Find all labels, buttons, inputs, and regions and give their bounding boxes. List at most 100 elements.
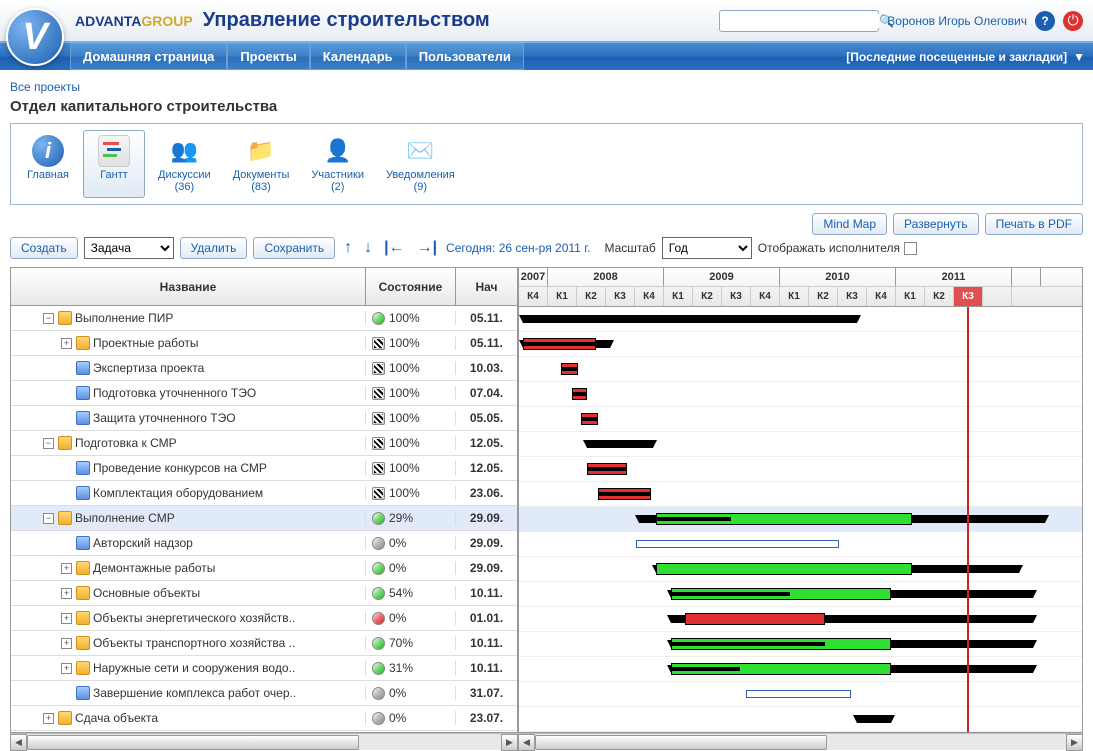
task-row[interactable]: +Наружные сети и сооружения водо..31%10.… [11,656,517,681]
timeline-row[interactable] [519,657,1082,682]
task-bar[interactable] [561,363,578,375]
plan-bar[interactable] [636,540,839,548]
move-up-icon[interactable]: ↑ [341,239,355,257]
expander-icon[interactable]: + [61,563,72,574]
task-row[interactable]: −Выполнение СМР29%29.09. [11,506,517,531]
scroll-right-icon[interactable]: ▶ [1066,734,1083,751]
expander-icon[interactable]: + [61,338,72,349]
task-row[interactable]: Экспертиза проекта100%10.03. [11,356,517,381]
menu-users[interactable]: Пользователи [406,43,524,70]
col-header-name[interactable]: Название [11,268,366,305]
task-bar[interactable] [572,388,587,400]
indent-icon[interactable]: →| [414,239,440,257]
task-row[interactable]: +Объекты энергетического хозяйств..0%01.… [11,606,517,631]
expander-icon[interactable]: − [43,438,54,449]
task-bar[interactable] [581,413,598,425]
mindmap-button[interactable]: Mind Map [812,213,887,235]
breadcrumb-all-projects[interactable]: Все проекты [10,80,80,94]
user-link[interactable]: Воронов Игорь Олегович [887,14,1027,28]
timeline-hscroll[interactable]: ◀ ▶ [518,733,1083,750]
task-row[interactable]: Авторский надзор0%29.09. [11,531,517,556]
timeline-row[interactable] [519,432,1082,457]
tool-tab-doc[interactable]: 📁Документы(83) [224,130,299,198]
task-row[interactable]: Защита уточненного ТЭО100%05.05. [11,406,517,431]
expand-button[interactable]: Развернуть [893,213,979,235]
task-row[interactable]: Подготовка уточненного ТЭО100%07.04. [11,381,517,406]
tool-tab-disc[interactable]: 👥Дискуссии(36) [149,130,220,198]
tool-tab-users[interactable]: 👤Участники(2) [302,130,373,198]
search-box[interactable]: 🔍 [719,10,879,32]
show-performer-label[interactable]: Отображать исполнителя [758,241,917,255]
expander-icon[interactable]: + [61,663,72,674]
timeline-row[interactable] [519,307,1082,332]
col-header-state[interactable]: Состояние [366,268,456,305]
task-row[interactable]: +Проектные работы100%05.11. [11,331,517,356]
timeline-row[interactable] [519,532,1082,557]
outdent-icon[interactable]: |← [381,239,407,257]
grid-hscroll[interactable]: ◀ ▶ [10,733,518,750]
task-row[interactable]: −Подготовка к СМР100%12.05. [11,431,517,456]
timeline-row[interactable] [519,707,1082,732]
help-icon[interactable]: ? [1035,11,1055,31]
timeline-row[interactable] [519,382,1082,407]
summary-bar[interactable] [857,715,892,723]
logout-icon[interactable]: ⏻ [1063,11,1083,31]
save-button[interactable]: Сохранить [253,237,335,259]
task-type-select[interactable]: Задача [84,237,174,259]
task-row[interactable]: +Объекты транспортного хозяйства ..70%10… [11,631,517,656]
task-row[interactable]: +Основные объекты54%10.11. [11,581,517,606]
timeline-row[interactable] [519,407,1082,432]
tool-tab-mail[interactable]: ✉️Уведомления(9) [377,130,464,198]
menu-calendar[interactable]: Календарь [310,43,406,70]
timeline-row[interactable] [519,582,1082,607]
scale-select[interactable]: Год [662,237,752,259]
expander-icon[interactable]: + [43,713,54,724]
expander-icon[interactable]: + [61,638,72,649]
task-row[interactable]: +Сдача объекта0%23.07. [11,706,517,731]
summary-bar[interactable] [587,440,654,448]
tool-tab-gantt[interactable]: Гантт [83,130,145,198]
scroll-left-icon[interactable]: ◀ [518,734,535,751]
task-bar[interactable] [587,463,628,475]
create-button[interactable]: Создать [10,237,78,259]
task-bar[interactable] [671,588,891,600]
timeline-row[interactable] [519,557,1082,582]
task-bar[interactable] [685,613,824,625]
task-bar[interactable] [671,638,891,650]
search-input[interactable] [724,14,879,28]
task-row[interactable]: Завершение комплекса работ очер..0%31.07… [11,681,517,706]
timeline-row[interactable] [519,632,1082,657]
task-bar[interactable] [598,488,650,500]
timeline-row[interactable] [519,507,1082,532]
task-row[interactable]: −Выполнение ПИР100%05.11. [11,306,517,331]
task-row[interactable]: Проведение конкурсов на СМР100%12.05. [11,456,517,481]
col-header-start[interactable]: Нач [456,268,517,305]
scroll-left-icon[interactable]: ◀ [10,734,27,751]
scroll-thumb[interactable] [535,735,827,750]
expander-icon[interactable]: + [61,613,72,624]
show-performer-checkbox[interactable] [904,242,917,255]
scroll-thumb[interactable] [27,735,359,750]
timeline-row[interactable] [519,457,1082,482]
expander-icon[interactable]: + [61,588,72,599]
summary-bar[interactable] [523,315,857,323]
timeline-row[interactable] [519,482,1082,507]
plan-bar[interactable] [746,690,850,698]
tool-tab-info[interactable]: iГлавная [17,130,79,198]
move-down-icon[interactable]: ↓ [361,239,375,257]
task-bar[interactable] [523,338,596,350]
expander-icon[interactable]: − [43,313,54,324]
dropdown-icon[interactable]: ▼ [1073,50,1085,64]
print-pdf-button[interactable]: Печать в PDF [985,213,1083,235]
expander-icon[interactable]: − [43,513,54,524]
bookmarks-menu[interactable]: [Последние посещенные и закладки] [846,50,1067,64]
timeline-row[interactable] [519,607,1082,632]
task-bar[interactable] [656,563,911,575]
timeline-row[interactable] [519,332,1082,357]
menu-home[interactable]: Домашняя страница [70,43,227,70]
task-bar[interactable] [671,663,891,675]
delete-button[interactable]: Удалить [180,237,248,259]
scroll-right-icon[interactable]: ▶ [501,734,518,751]
task-row[interactable]: Комплектация оборудованием100%23.06. [11,481,517,506]
app-logo[interactable]: V [6,8,64,66]
